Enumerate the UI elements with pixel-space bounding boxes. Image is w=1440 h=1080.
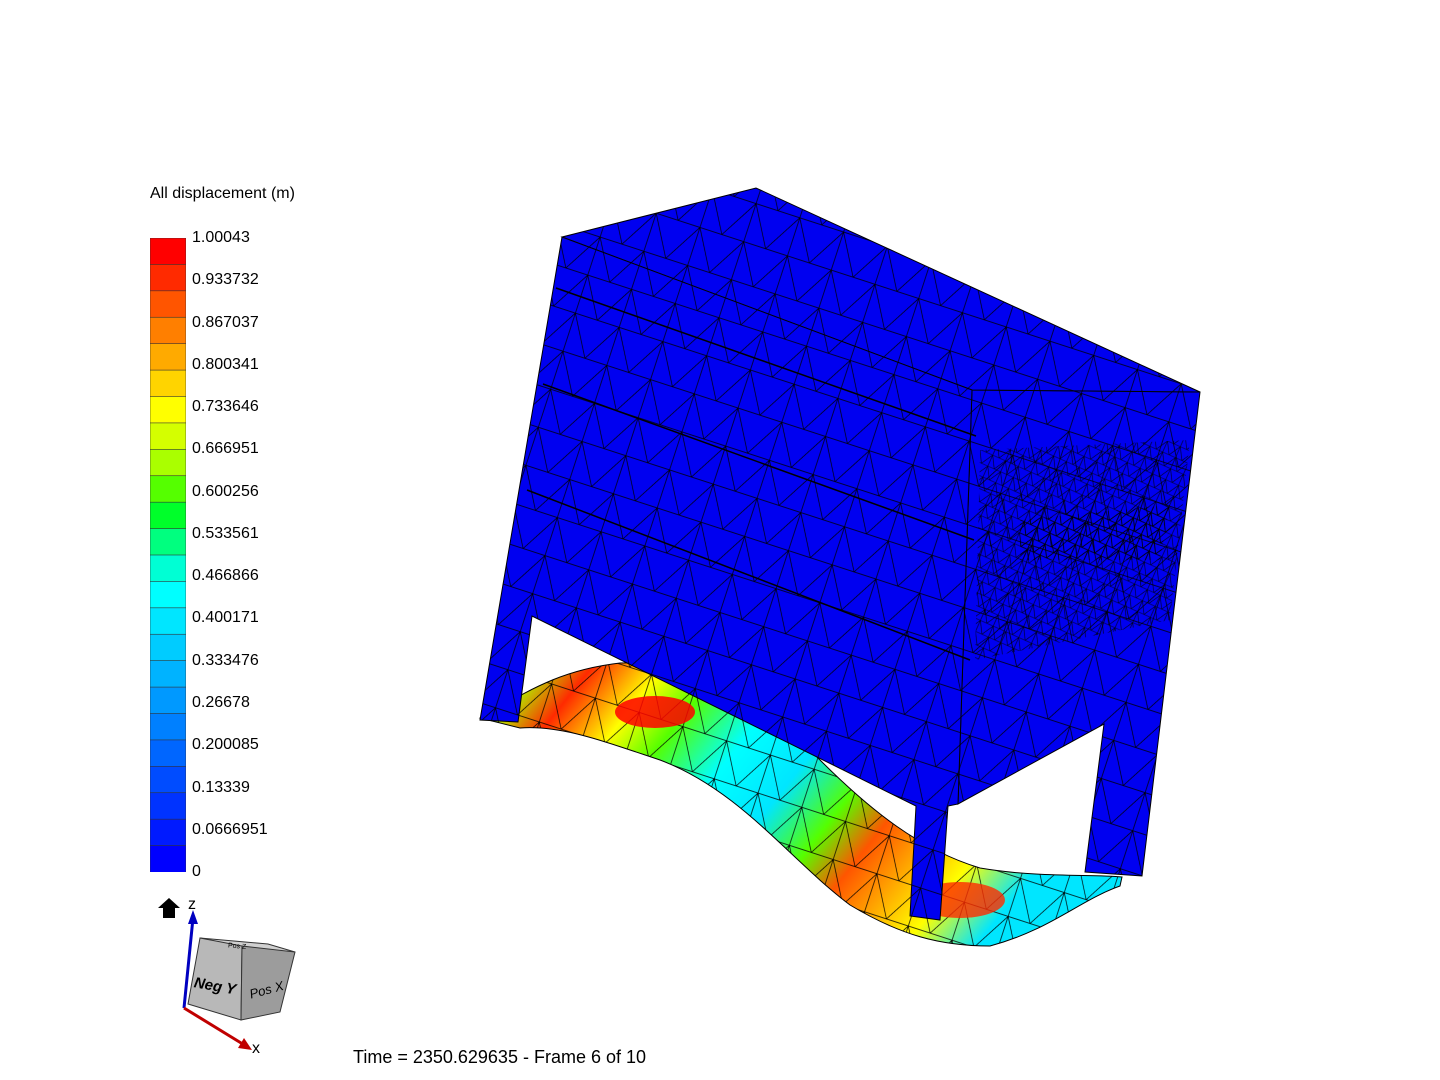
time-frame-label: Time = 2350.629635 - Frame 6 of 10 xyxy=(353,1047,647,1067)
hotspot-left xyxy=(615,696,695,728)
orientation-cube-widget[interactable]: z x Neg Y Pos X Pos Z xyxy=(150,890,300,1070)
x-axis-label: x xyxy=(252,1040,260,1057)
z-axis-label: z xyxy=(188,896,196,913)
